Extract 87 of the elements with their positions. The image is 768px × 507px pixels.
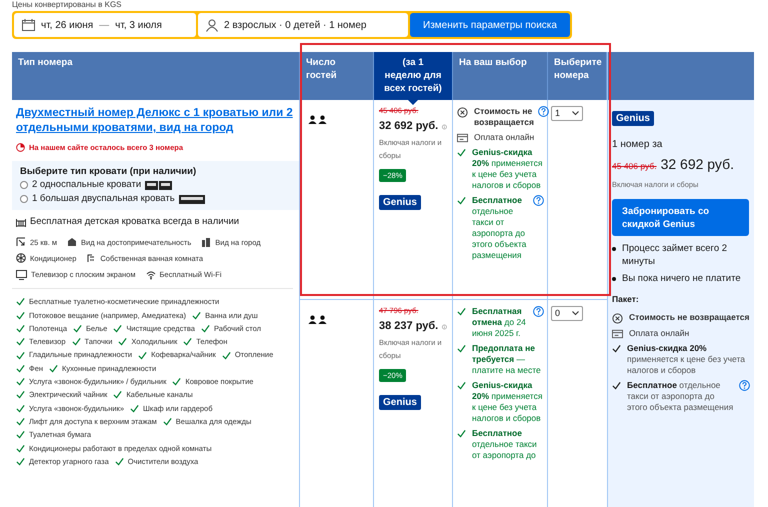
room-title-link[interactable]: Двухместный номер Делюкс с 1 кроватью или 2 отдельными кроватями, вид на город — [16, 106, 295, 136]
bed-option-label: 2 односпальные кровати — [32, 178, 142, 192]
quantity-select[interactable]: 1 — [551, 106, 583, 121]
guests-icon — [308, 315, 327, 324]
column-header: Выберите номера — [548, 52, 607, 100]
condition-text: Бесплатное отдельное такси от аэропорта до этого объекта размещения — [472, 195, 528, 261]
check-icon — [114, 456, 124, 466]
bed-radio[interactable] — [20, 195, 28, 204]
ruler-icon — [16, 237, 26, 248]
column-header: Тип номера — [12, 52, 300, 100]
cancel-icon — [612, 313, 623, 324]
column-header: На ваш выбор — [453, 52, 548, 100]
condition-text: Бесплатная отмена до 24 июня 2025 г. — [472, 306, 527, 339]
search-button[interactable]: Изменить параметры поиска — [410, 13, 570, 37]
check-icon — [457, 196, 466, 205]
check-icon — [457, 148, 466, 157]
condition-text: Genius-скидка 20% применяется к цене без учета налогов и сборов — [472, 380, 544, 424]
bed-option-label: 1 большая двуспальная кровать — [32, 192, 175, 206]
check-icon — [612, 344, 621, 353]
calendar-icon — [22, 19, 35, 31]
bed-icon — [145, 180, 172, 190]
check-icon — [222, 350, 231, 360]
help-icon[interactable] — [533, 306, 544, 317]
check-icon — [172, 377, 182, 386]
guests-value: 2 взрослых · 0 детей · 1 номер — [224, 18, 366, 32]
checkin-date: чт, 26 июня — [41, 18, 94, 32]
book-button[interactable]: Забронировать со скидкой Genius — [612, 199, 749, 236]
condition-text: Оплата онлайн — [629, 328, 690, 339]
price: 32 692 руб. — [379, 119, 438, 134]
crib-icon — [16, 218, 26, 227]
caret-icon — [572, 311, 579, 316]
guests-field[interactable]: 2 взрослых · 0 детей · 1 номер — [198, 13, 408, 37]
condition-text: Genius-скидка 20% применяется к цене без учета налогов и сборов — [627, 343, 746, 376]
condition-text: Оплата онлайн — [474, 132, 536, 143]
guests-icon — [308, 115, 327, 124]
cancel-icon — [457, 107, 468, 118]
check-icon — [162, 417, 172, 426]
condition-text: Бесплатное отдельное такси от аэропорта до этого объекта размещения — [627, 380, 734, 413]
currency-notice: Цены конвертированы в KGS — [12, 0, 122, 9]
date-field[interactable]: чт, 26 июня — чт, 3 июля — [14, 13, 196, 37]
bullet-text: Процесс займет всего 2 минуты — [622, 242, 728, 268]
card-icon — [457, 133, 468, 143]
genius-badge: Genius — [379, 194, 421, 210]
condition-text: Стоимость не возвращается — [474, 106, 534, 128]
check-icon — [457, 344, 466, 353]
genius-badge: Genius — [612, 111, 654, 126]
quantity-select[interactable]: 0 — [551, 306, 583, 321]
bed-radio[interactable] — [20, 181, 28, 190]
card-icon — [612, 329, 623, 339]
snowflake-icon — [16, 253, 26, 264]
condition-text: Genius-скидка 20% применяется к цене без учета налогов и сборов — [472, 147, 544, 191]
person-icon — [206, 18, 218, 32]
total-price: 32 692 руб. — [660, 155, 734, 174]
caret-icon — [572, 111, 579, 116]
check-icon — [457, 381, 466, 390]
check-icon — [138, 350, 148, 360]
tv-icon — [16, 270, 27, 280]
info-icon[interactable] — [442, 322, 447, 330]
crib-text: Бесплатная детская кроватка всегда в наличии — [30, 215, 240, 230]
city-icon — [201, 237, 212, 248]
clock-icon — [16, 143, 25, 152]
old-price: 45 406 руб. — [612, 160, 657, 173]
check-icon — [457, 429, 466, 438]
wifi-icon — [146, 270, 156, 280]
help-icon[interactable] — [739, 380, 750, 391]
help-icon[interactable] — [533, 195, 544, 206]
checkout-date: чт, 3 июля — [115, 18, 162, 32]
price: 38 237 руб. — [379, 319, 438, 334]
condition-text: Предоплата не требуется — платите на месте — [472, 343, 542, 376]
condition-text: Стоимость не возвращается — [629, 312, 750, 323]
date-separator: — — [99, 18, 110, 32]
building-icon — [67, 237, 78, 248]
room-count: 1 номер за — [612, 138, 664, 152]
genius-badge: Genius — [379, 394, 421, 410]
bed-icon — [178, 194, 205, 204]
condition-text: Бесплатное отдельное такси от аэропорта до — [472, 428, 538, 461]
shower-icon — [86, 253, 96, 264]
info-icon[interactable] — [442, 122, 447, 130]
check-icon — [49, 364, 58, 373]
check-icon — [457, 307, 466, 316]
pointer-triangle — [408, 100, 418, 105]
column-header: Число гостей — [300, 52, 374, 100]
bullet-text: Вы пока ничего не платите — [622, 272, 741, 286]
help-icon[interactable] — [538, 106, 549, 117]
package-title: Пакет: — [612, 293, 640, 306]
bed-choice-title: Выберите тип кровати (при наличии) — [20, 165, 198, 178]
check-icon — [612, 381, 621, 390]
